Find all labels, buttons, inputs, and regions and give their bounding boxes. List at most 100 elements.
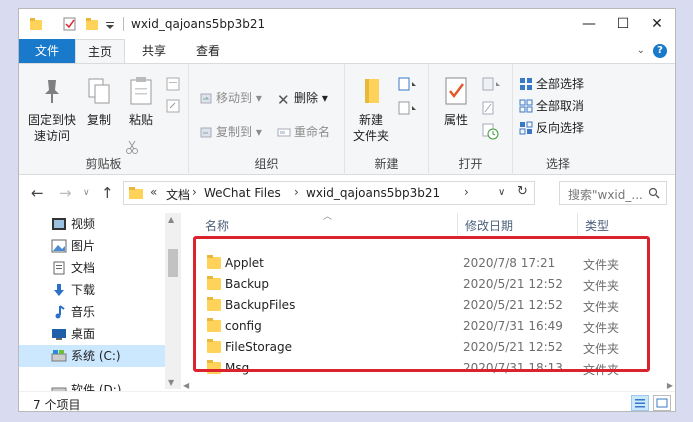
details-view-icon (635, 399, 645, 408)
folder-icon (30, 18, 42, 30)
easy-access-icon[interactable] (397, 100, 419, 116)
scrollbar-thumb[interactable] (168, 249, 178, 277)
nav-item-downloads[interactable]: 下载 (51, 279, 95, 301)
nav-item-software-d[interactable]: 软件 (D:) (51, 379, 121, 391)
file-name: BackupFiles (225, 298, 296, 312)
properties-label: 属性 (443, 113, 468, 127)
up-icon[interactable]: ↑ (101, 184, 114, 202)
pin-quick-access-button[interactable]: 固定到快 速访问 (27, 76, 77, 144)
nav-item-music[interactable]: 音乐 (51, 301, 95, 323)
table-row[interactable]: Msg 2020/7/31 18:13 文件夹 (199, 358, 669, 379)
forward-icon[interactable]: → (59, 184, 72, 202)
navigation-bar: ← → ∨ ↑ « 文档 › WeChat Files › wxid_qajoa… (19, 175, 675, 211)
scroll-up-icon[interactable]: ▲ (168, 215, 174, 224)
folder-icon (207, 297, 221, 311)
properties-quick-icon[interactable] (63, 17, 77, 31)
chevron-down-icon[interactable]: ⌄ (637, 45, 645, 56)
nav-pane-scrollbar[interactable]: ▲ ▼ (165, 213, 181, 389)
column-header-date[interactable]: 修改日期 (465, 217, 513, 234)
tab-file[interactable]: 文件 (19, 39, 75, 63)
rename-button[interactable]: 重命名 (277, 122, 330, 142)
nav-item-label: 软件 (D:) (71, 383, 122, 391)
breadcrumb-current-folder[interactable]: wxid_qajoans5bp3b21 (306, 186, 440, 200)
select-all-button[interactable]: 全部选择 (519, 74, 584, 94)
search-placeholder: 搜索"wxid_... (568, 188, 643, 202)
file-list-scrollbar[interactable]: ◀ ▶ (181, 381, 675, 391)
address-bar[interactable]: « 文档 › WeChat Files › wxid_qajoans5bp3b2… (123, 181, 535, 205)
paste-shortcut-icon[interactable] (165, 98, 181, 114)
column-separator[interactable] (577, 213, 578, 235)
close-button[interactable]: ✕ (647, 15, 667, 33)
column-header-type[interactable]: 类型 (585, 217, 609, 234)
new-group-label: 新建 (374, 157, 399, 171)
pin-quick-access-label: 固定到快 速访问 (27, 113, 76, 143)
delete-button[interactable]: ✕ 删除 ▾ (277, 88, 328, 108)
nav-item-videos[interactable]: 视频 (51, 213, 95, 235)
chevron-right-icon[interactable]: › (192, 185, 197, 199)
breadcrumb-wechat-files[interactable]: WeChat Files (204, 186, 281, 200)
help-icon[interactable]: ? (653, 44, 667, 58)
copy-to-button[interactable]: 复制到 ▾ (199, 122, 262, 142)
nav-item-documents[interactable]: 文档 (51, 257, 95, 279)
select-none-icon (519, 99, 533, 113)
ribbon-tabs: 文件 主页 共享 查看 ⌄ ? (19, 39, 675, 63)
edit-icon[interactable] (481, 100, 503, 116)
history-icon[interactable] (481, 122, 499, 140)
chevron-right-icon[interactable]: › (464, 185, 469, 199)
copy-path-icon[interactable] (165, 76, 181, 92)
scroll-right-icon[interactable]: ▶ (667, 381, 673, 390)
invert-selection-button[interactable]: 反向选择 (519, 118, 584, 138)
rename-icon (277, 125, 291, 139)
move-to-button[interactable]: 移动到 ▾ (199, 88, 262, 108)
copy-button[interactable]: 复制 (81, 76, 117, 128)
tab-view[interactable]: 查看 (183, 39, 233, 63)
breadcrumb-documents[interactable]: 文档 (166, 186, 190, 203)
file-type: 文件夹 (583, 342, 620, 356)
tab-share[interactable]: 共享 (129, 39, 179, 63)
search-input[interactable]: 搜索"wxid_... (559, 181, 667, 205)
nav-item-desktop[interactable]: 桌面 (51, 323, 95, 345)
details-view-button[interactable] (631, 395, 649, 411)
folder-icon (207, 318, 221, 332)
paste-button[interactable]: 粘贴 (123, 76, 159, 128)
back-icon[interactable]: ← (31, 184, 44, 202)
cut-icon[interactable] (125, 140, 139, 154)
new-folder-quick-icon[interactable] (85, 17, 99, 31)
properties-button[interactable]: 属性 (435, 76, 477, 128)
refresh-icon[interactable]: ↻ (517, 184, 528, 199)
search-icon[interactable] (648, 187, 660, 199)
column-separator[interactable] (457, 213, 458, 235)
maximize-button[interactable]: ☐ (613, 15, 633, 33)
scroll-left-icon[interactable]: ◀ (183, 381, 189, 390)
recent-locations-icon[interactable]: ∨ (83, 188, 90, 198)
table-row[interactable]: FileStorage 2020/5/21 12:52 文件夹 (199, 337, 669, 358)
new-folder-button[interactable]: 新建 文件夹 (347, 76, 395, 144)
customize-toolbar-icon[interactable] (105, 17, 115, 31)
nav-item-label: 图片 (71, 239, 96, 253)
tab-home[interactable]: 主页 (75, 39, 125, 63)
large-icons-view-button[interactable] (653, 395, 671, 411)
minimize-button[interactable]: — (579, 15, 599, 33)
file-list: ︿ 名称 修改日期 类型 Applet 2020/7/8 17:21 文件夹 B… (181, 211, 675, 391)
nav-item-pictures[interactable]: 图片 (51, 235, 95, 257)
folder-icon (207, 339, 221, 353)
new-item-icon[interactable] (397, 76, 419, 92)
scroll-down-icon[interactable]: ▼ (168, 378, 174, 387)
breadcrumb-overflow[interactable]: « (150, 185, 157, 199)
file-date: 2020/5/21 12:52 (463, 277, 563, 291)
chevron-right-icon[interactable]: › (294, 185, 299, 199)
select-none-button[interactable]: 全部取消 (519, 96, 584, 116)
table-row[interactable]: config 2020/7/31 16:49 文件夹 (199, 316, 669, 337)
table-row[interactable]: BackupFiles 2020/5/21 12:52 文件夹 (199, 295, 669, 316)
address-dropdown-icon[interactable]: ∨ (498, 187, 505, 198)
nav-item-system-c[interactable]: 系统 (C:) (19, 345, 165, 367)
select-all-label: 全部选择 (536, 77, 585, 91)
table-row[interactable]: Applet 2020/7/8 17:21 文件夹 (199, 253, 669, 274)
drive-icon (51, 382, 67, 391)
open-icon[interactable] (481, 76, 503, 92)
table-row[interactable]: Backup 2020/5/21 12:52 文件夹 (199, 274, 669, 295)
open-group: 属性 打开 (429, 64, 513, 176)
file-name: Applet (225, 256, 264, 270)
file-type: 文件夹 (583, 300, 620, 314)
column-header-name[interactable]: 名称 (205, 217, 229, 234)
